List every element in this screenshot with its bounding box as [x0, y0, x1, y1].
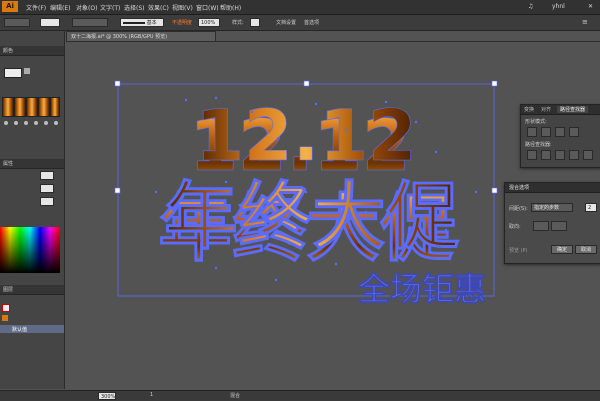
crop-button[interactable]: [569, 150, 579, 160]
blend-dialog-header: 混合选项: [505, 183, 600, 193]
color-spectrum[interactable]: [0, 227, 60, 273]
cancel-button[interactable]: 取消: [575, 245, 597, 254]
left-panel: 颜色 属性 图层 默认值: [0, 31, 65, 389]
stroke-swatch[interactable]: [40, 18, 60, 27]
spacing-label: 间距(S):: [509, 206, 528, 212]
tab-transform[interactable]: 变换: [524, 106, 534, 113]
menu-edit[interactable]: 编辑(E): [50, 3, 70, 12]
swatch-stop-5[interactable]: [44, 121, 48, 125]
gradient-swatch-4[interactable]: [38, 97, 50, 117]
control-bar: 基本 不透明度 100% 样式: 文档设置 首选项 ≡: [0, 15, 600, 31]
blend-dialog-title: 混合选项: [509, 185, 530, 191]
align-page-button[interactable]: [533, 221, 549, 231]
ok-button[interactable]: 确定: [551, 245, 573, 254]
canvas[interactable]: 12.12 12.12 年终大促 年终大促 全场钜惠 变换 对齐 路径查找器 形…: [66, 42, 600, 389]
page-number[interactable]: 1: [150, 392, 153, 398]
shape-modes-label: 形状模式:: [525, 119, 547, 125]
resize-handle-tr[interactable]: [491, 80, 498, 87]
swap-icon[interactable]: [24, 68, 30, 74]
intersect-button[interactable]: [555, 127, 565, 137]
divide-button[interactable]: [527, 150, 537, 160]
app-logo: Ai: [2, 1, 18, 12]
headline-sale: 年终大促 年终大促: [158, 174, 461, 273]
style-swatch[interactable]: [250, 18, 260, 27]
stroke-label: 基本: [146, 20, 157, 26]
pathfinder-panel-header: 变换 对齐 路径查找器: [521, 105, 600, 115]
menu-type[interactable]: 文字(T): [100, 3, 120, 12]
tab-align[interactable]: 对齐: [541, 106, 551, 113]
menu-view[interactable]: 视图(V): [172, 3, 193, 12]
blend-options-dialog: 混合选项 间距(S): 指定的步数 2 取向: 预览 (P) 确定 取消: [504, 182, 600, 264]
properties-panel-tab[interactable]: 属性: [0, 159, 64, 169]
tab-pathfinder[interactable]: 路径查找器: [557, 106, 589, 113]
stroke-profile[interactable]: 基本: [120, 18, 164, 27]
user-name[interactable]: yhnl: [552, 3, 565, 10]
document-tab[interactable]: 双十二海报.ai* @ 300% (RGB/GPU 预览): [66, 31, 216, 41]
gradient-swatch-2[interactable]: [14, 97, 26, 117]
preferences-button[interactable]: 首选项: [304, 19, 319, 26]
menu-effect[interactable]: 效果(C): [148, 3, 169, 12]
gradient-swatch-1[interactable]: [2, 97, 14, 117]
resize-handle-l[interactable]: [114, 187, 121, 194]
merge-button[interactable]: [555, 150, 565, 160]
opacity-warning[interactable]: 不透明度: [172, 19, 192, 26]
menu-bar: Ai 文件(F) 编辑(E) 对象(O) 文字(T) 选择(S) 效果(C) 视…: [0, 0, 600, 15]
menu-select[interactable]: 选择(S): [124, 3, 145, 12]
layer-color-icon[interactable]: [2, 315, 8, 321]
style-label: 样式:: [232, 20, 244, 26]
orientation-label: 取向:: [509, 224, 521, 230]
sale-text-front: 年终大促: [164, 174, 460, 260]
swatch-stop-1[interactable]: [4, 121, 8, 125]
color-panel-tab[interactable]: 颜色: [0, 46, 64, 56]
layer-label: 默认值: [12, 327, 28, 333]
resize-handle-tl[interactable]: [114, 80, 121, 87]
swatch-stop-3[interactable]: [24, 121, 28, 125]
trim-button[interactable]: [541, 150, 551, 160]
minus-front-button[interactable]: [541, 127, 551, 137]
zoom-field[interactable]: 300%: [98, 392, 116, 400]
menu-object[interactable]: 对象(O): [76, 3, 97, 12]
property-field-2[interactable]: [40, 184, 54, 193]
property-field-3[interactable]: [40, 197, 54, 206]
status-bar: 300% 1 混合: [0, 390, 600, 401]
resize-handle-t[interactable]: [303, 80, 310, 87]
layers-panel-tab[interactable]: 图层: [0, 285, 64, 295]
layer-visibility-icon[interactable]: [2, 304, 10, 312]
subline-text: 全场钜惠: [357, 270, 486, 308]
status-mode: 混合: [230, 393, 241, 399]
swatch-stop-4[interactable]: [34, 121, 38, 125]
property-field-1[interactable]: [40, 171, 54, 180]
menu-file[interactable]: 文件(F): [26, 3, 46, 12]
fill-stroke-swatch[interactable]: [4, 68, 22, 78]
close-icon[interactable]: ✕: [588, 3, 593, 10]
opacity-field[interactable]: 100%: [198, 18, 220, 27]
swatch-stop-2[interactable]: [14, 121, 18, 125]
menu-window[interactable]: 窗口(W): [196, 3, 219, 12]
unite-button[interactable]: [527, 127, 537, 137]
gradient-swatch-5[interactable]: [50, 97, 60, 117]
steps-field[interactable]: 2: [585, 203, 597, 212]
panel-menu-icon[interactable]: ≡: [582, 18, 588, 26]
resize-handle-r[interactable]: [491, 187, 498, 194]
swatch-stop-6[interactable]: [54, 121, 58, 125]
doc-setup-button[interactable]: 文档设置: [276, 19, 296, 26]
pathfinder-panel: 变换 对齐 路径查找器 形状模式: 路径查找器:: [520, 104, 600, 168]
layer-row[interactable]: 默认值: [0, 325, 64, 333]
bell-icon[interactable]: ♫: [528, 3, 533, 10]
stroke-weight[interactable]: [72, 18, 108, 27]
date-text-front: 12.12: [195, 95, 416, 177]
spacing-select[interactable]: 指定的步数: [531, 203, 573, 212]
gradient-swatch-3[interactable]: [26, 97, 38, 117]
outline-button[interactable]: [583, 150, 593, 160]
pathfinders-label: 路径查找器:: [525, 142, 552, 148]
align-path-button[interactable]: [551, 221, 567, 231]
fill-select[interactable]: [4, 18, 30, 27]
exclude-button[interactable]: [569, 127, 579, 137]
preview-checkbox[interactable]: 预览 (P): [509, 247, 528, 254]
menu-help[interactable]: 帮助(H): [220, 3, 241, 12]
